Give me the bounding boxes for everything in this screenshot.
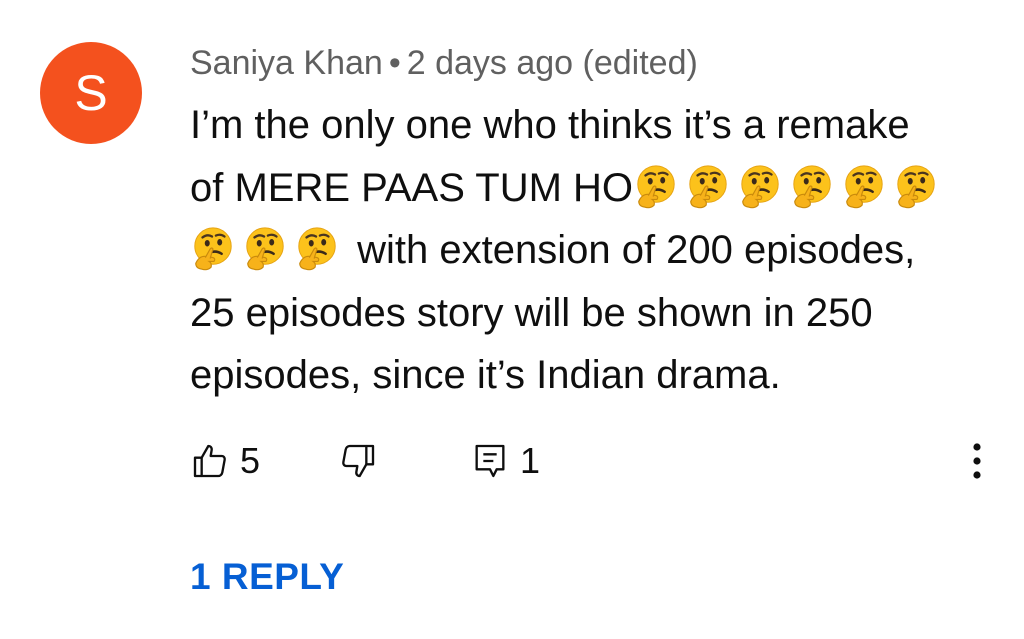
- author-name[interactable]: Saniya Khan: [190, 44, 383, 82]
- thinking-face-icon: [689, 165, 727, 208]
- comment-thread: S Saniya Khan • 2 days ago (edited) I’m th…: [0, 0, 1024, 639]
- comment-text-line: episodes, since it’s Indian drama.: [190, 353, 781, 397]
- reply-button[interactable]: 1: [470, 438, 540, 484]
- dislike-button[interactable]: [338, 438, 378, 484]
- more-vertical-icon: [962, 438, 992, 484]
- comment-actions: 5 1: [190, 438, 1000, 484]
- thinking-face-icon: [298, 227, 336, 271]
- timestamp[interactable]: 2 days ago (edited): [407, 44, 698, 82]
- more-options-button[interactable]: [962, 438, 992, 484]
- reply-count: 1: [520, 440, 541, 481]
- thinking-face-icon: [845, 165, 883, 208]
- thumbs-down-icon: [338, 441, 378, 481]
- thinking-face-icon: [637, 165, 675, 208]
- emoji-run: [633, 159, 945, 222]
- like-button[interactable]: 5: [190, 438, 260, 484]
- comment-text-line: I’m the only one who thinks it’s a remak…: [190, 103, 910, 147]
- avatar[interactable]: S: [40, 42, 142, 144]
- thinking-face-icon: [246, 227, 284, 271]
- thumbs-up-icon: [190, 441, 230, 481]
- comment-text-segment: with extension of 200 episodes,: [346, 228, 916, 272]
- thinking-face-icon: [194, 227, 232, 271]
- avatar-letter: S: [74, 65, 108, 121]
- comment-text: I’m the only one who thinks it’s a remak…: [190, 94, 990, 407]
- comment-text-line: with extension of 200 episodes,: [190, 219, 990, 282]
- thinking-face-icon: [741, 165, 779, 208]
- comment-text-line: of MERE PAAS TUM HO: [190, 157, 990, 220]
- emoji-run: [190, 221, 346, 284]
- comment-header: Saniya Khan • 2 days ago (edited): [190, 42, 698, 84]
- thinking-face-icon: [793, 165, 831, 208]
- meta-separator: •: [388, 44, 401, 82]
- comment-icon: [470, 441, 510, 481]
- thinking-face-icon: [897, 165, 935, 208]
- view-replies-link[interactable]: 1 REPLY: [190, 556, 344, 598]
- comment-text-line: 25 episodes story will be shown in 250: [190, 290, 873, 335]
- comment-text-segment: of MERE PAAS TUM HO: [190, 165, 634, 210]
- like-count: 5: [240, 440, 261, 481]
